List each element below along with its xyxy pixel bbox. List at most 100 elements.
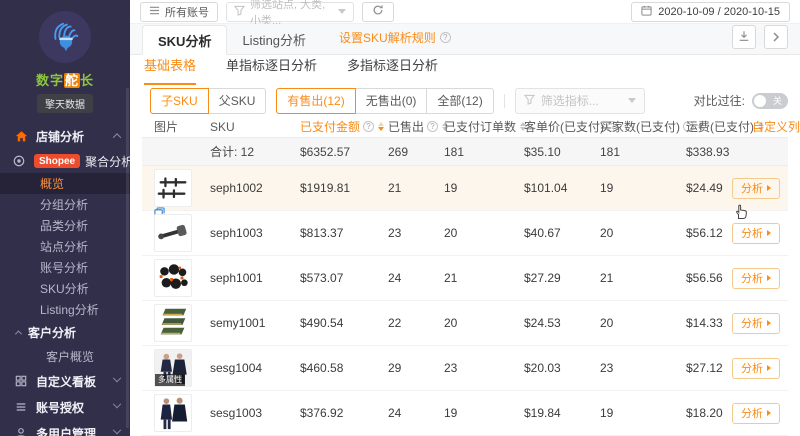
analyze-button[interactable]: 分析 xyxy=(732,267,780,289)
toggle-state-label: 关 xyxy=(772,95,782,106)
sidebar-item-site-analysis[interactable]: 站点分析 xyxy=(0,236,130,257)
summary-row: 合计: 12 $6352.57 269 181 $35.10 181 $338.… xyxy=(142,138,788,166)
sku-cell: seph1001 xyxy=(210,271,263,285)
table-row: seph1003 $813.37 23 20 $40.67 20 $56.12 … xyxy=(142,211,788,256)
sidebar-item-custom-dashboard[interactable]: 自定义看板 xyxy=(0,368,130,394)
table-row: sesg1003 $376.92 24 19 $19.84 19 $18.20 … xyxy=(142,391,788,436)
date-range-picker[interactable]: 2020-10-09 / 2020-10-15 xyxy=(631,1,790,22)
question-circle-icon[interactable] xyxy=(439,32,451,44)
download-button[interactable] xyxy=(732,25,756,50)
subtab-single-metric-daily[interactable]: 单指标逐日分析 xyxy=(226,55,317,85)
question-circle-icon[interactable] xyxy=(363,121,375,132)
sku-cell: semy1001 xyxy=(210,316,266,330)
child-sku-button[interactable]: 子SKU xyxy=(150,87,209,114)
download-icon xyxy=(738,30,750,45)
col-paid-orders[interactable]: 已支付订单数 xyxy=(444,118,527,135)
filter-row: 子SKU 父SKU 有售出(12) 无售出(0) 全部(12) 筛选指标... … xyxy=(130,85,800,116)
sidebar-item-customer-analysis[interactable]: 客户分析 xyxy=(0,320,130,344)
sidebar-item-label: 聚合分析 xyxy=(85,154,130,169)
table-row: seph1001 $573.07 24 21 $27.29 21 $56.56 … xyxy=(142,256,788,301)
toggle-knob xyxy=(754,94,766,107)
caret-down-icon xyxy=(627,98,636,104)
unsold-button[interactable]: 无售出(0) xyxy=(354,87,428,114)
all-button[interactable]: 全部(12) xyxy=(426,87,494,114)
tab-sku-analysis[interactable]: SKU分析 xyxy=(142,25,228,56)
caret-right-icon xyxy=(767,365,771,371)
sku-cell: seph1002 xyxy=(210,181,263,195)
custom-columns-link[interactable]: 自定义列 xyxy=(746,118,800,135)
col-unit-price: 客单价(已支付) xyxy=(524,118,618,135)
tab-listing-analysis[interactable]: Listing分析 xyxy=(227,24,321,54)
chief-head-logo xyxy=(39,11,91,63)
sku-parse-rules-link[interactable]: 设置SKU解析规则 xyxy=(339,29,451,46)
analyze-button[interactable]: 分析 xyxy=(732,402,780,424)
analyze-button[interactable]: 分析 xyxy=(732,177,780,199)
question-circle-icon[interactable] xyxy=(427,121,439,132)
analyze-button[interactable]: 分析 xyxy=(732,357,780,379)
sidebar-item-shop-analysis[interactable]: 店铺分析 xyxy=(0,123,130,149)
product-thumbnail[interactable]: 多属性 xyxy=(154,349,192,387)
metric-filter-select[interactable]: 筛选指标... xyxy=(514,87,645,114)
analyze-button[interactable]: 分析 xyxy=(732,222,780,244)
sku-cell: seph1003 xyxy=(210,226,263,240)
metric-filter-placeholder: 筛选指标... xyxy=(540,94,599,109)
hamburger-icon xyxy=(149,5,160,19)
product-thumbnail[interactable] xyxy=(154,214,192,252)
date-range-value: 2020-10-09 / 2020-10-15 xyxy=(658,5,780,18)
caret-right-icon xyxy=(767,275,771,281)
col-sold[interactable]: 已售出 xyxy=(388,118,449,135)
sidebar-item-account-authorization[interactable]: 账号授权 xyxy=(0,394,130,420)
table-row: semy1001 $490.54 22 20 $24.53 20 $14.33 … xyxy=(142,301,788,346)
col-paid-amount[interactable]: 已支付金额 xyxy=(300,118,388,135)
calendar-icon xyxy=(641,5,652,19)
caret-right-icon xyxy=(767,320,771,326)
summary-label: 合计: 12 xyxy=(210,145,255,159)
target-icon xyxy=(12,154,26,168)
refresh-button[interactable] xyxy=(362,1,394,22)
sidebar-item-listing-analysis[interactable]: Listing分析 xyxy=(0,299,130,320)
sold-filter-button-group: 有售出(12) 无售出(0) 全部(12) xyxy=(276,87,494,114)
brand-title-part: 长 xyxy=(80,73,95,88)
main-content: 所有账号 筛选站点, 大类, 小类... 2020-10-09 / 2020-1… xyxy=(130,0,800,436)
sidebar-scrollbar[interactable] xyxy=(126,88,129,428)
col-buyers[interactable]: 买家数(已支付) xyxy=(600,118,704,135)
sidebar-item-customer-overview[interactable]: 客户概览 xyxy=(0,344,130,368)
app-root: 数字舵长 擎天数据 店铺分析 Shopee 聚合分析 概览 分组分析 品类分析 … xyxy=(0,0,800,436)
site-filter-select[interactable]: 筛选站点, 大类, 小类... xyxy=(226,0,354,27)
sidebar-item-multi-user[interactable]: 多用户管理 xyxy=(0,420,130,436)
sidebar-item-sku-analysis[interactable]: SKU分析 xyxy=(0,278,130,299)
parent-sku-button[interactable]: 父SKU xyxy=(207,87,267,114)
brand-title-part: 数字 xyxy=(35,73,64,88)
shopee-badge: Shopee xyxy=(34,154,81,168)
analyze-button[interactable]: 分析 xyxy=(732,312,780,334)
funnel-icon xyxy=(233,5,246,19)
chevron-down-icon xyxy=(112,373,122,383)
sku-table: 图片 SKU 已支付金额 已售出 已支付订单数 客单价(已支付) 买家数(已支付… xyxy=(142,116,800,436)
col-shipping[interactable]: 运费(已支付) xyxy=(686,118,764,135)
sold-button[interactable]: 有售出(12) xyxy=(276,87,356,114)
sku-type-button-group: 子SKU 父SKU xyxy=(150,87,267,114)
table-header: 图片 SKU 已支付金额 已售出 已支付订单数 客单价(已支付) 买家数(已支付… xyxy=(142,116,800,138)
sidebar-item-overview[interactable]: 概览 xyxy=(0,173,130,194)
product-thumbnail[interactable] xyxy=(154,169,192,217)
expand-button[interactable] xyxy=(764,25,788,50)
compare-toggle[interactable]: 关 xyxy=(752,92,788,109)
multi-attribute-tag: 多属性 xyxy=(155,374,185,386)
col-sku: SKU xyxy=(210,119,235,134)
sorter-icon[interactable] xyxy=(378,122,385,131)
product-thumbnail[interactable] xyxy=(154,394,192,432)
refresh-icon xyxy=(372,4,384,19)
sidebar-item-group-analysis[interactable]: 分组分析 xyxy=(0,194,130,215)
subtab-basic-table[interactable]: 基础表格 xyxy=(144,55,197,86)
subtab-multi-metric-daily[interactable]: 多指标逐日分析 xyxy=(347,55,438,85)
sidebar-item-account-analysis[interactable]: 账号分析 xyxy=(0,257,130,278)
sidebar-item-category-analysis[interactable]: 品类分析 xyxy=(0,215,130,236)
product-thumbnail[interactable] xyxy=(154,304,192,342)
chevron-right-icon xyxy=(771,30,781,45)
product-thumbnail[interactable] xyxy=(154,259,192,297)
sidebar-item-aggregate-analysis[interactable]: Shopee 聚合分析 xyxy=(0,149,130,173)
compare-past: 对比过往: 关 xyxy=(694,92,788,109)
all-accounts-button[interactable]: 所有账号 xyxy=(140,1,218,22)
brand: 数字舵长 擎天数据 xyxy=(0,0,130,113)
chevron-up-icon xyxy=(14,329,23,337)
